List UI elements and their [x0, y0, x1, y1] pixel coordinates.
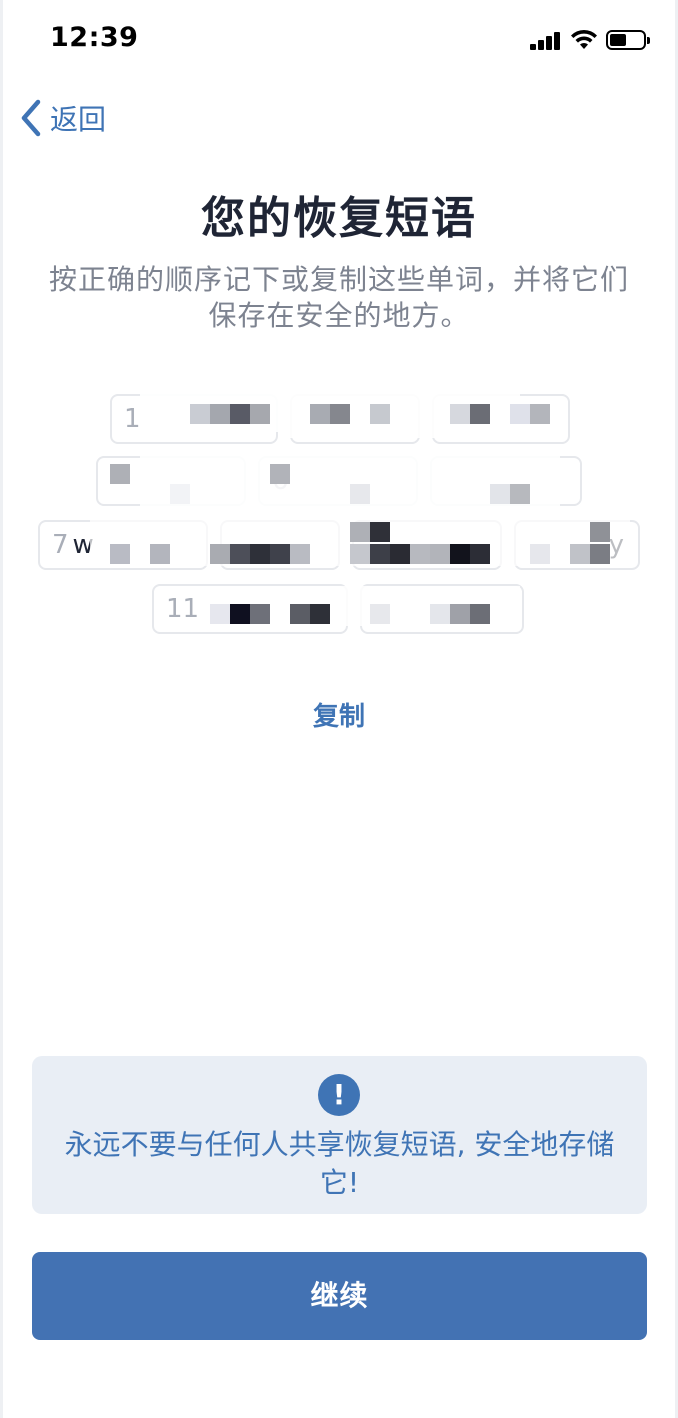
- chevron-left-icon: [21, 99, 41, 137]
- warning-text: 永远不要与任何人共享恢复短语, 安全地存储它!: [64, 1128, 615, 1199]
- page-title: 您的恢复短语: [201, 193, 477, 244]
- word-number: 7: [52, 530, 69, 560]
- word-number: 1: [124, 404, 141, 434]
- cellular-signal-icon: [530, 32, 562, 50]
- status-time: 12:39: [50, 22, 139, 53]
- wifi-icon: [571, 29, 597, 49]
- security-warning-box: ! 永远不要与任何人共享恢复短语, 安全地存储它!: [32, 1056, 647, 1214]
- word-number: 11: [166, 594, 200, 624]
- copy-button[interactable]: 复制: [0, 696, 678, 733]
- recovery-phrase-grid: 1 6 7 w y 11: [0, 390, 678, 640]
- back-button[interactable]: 返回: [18, 96, 106, 140]
- exclamation-icon: !: [318, 1074, 360, 1116]
- status-bar: 12:39: [0, 0, 678, 80]
- continue-button[interactable]: 继续: [32, 1252, 647, 1340]
- back-label: 返回: [50, 103, 107, 136]
- battery-icon: [606, 30, 650, 50]
- page-subtitle: 按正确的顺序记下或复制这些单词，并将它们保存在安全的地方。: [48, 263, 629, 332]
